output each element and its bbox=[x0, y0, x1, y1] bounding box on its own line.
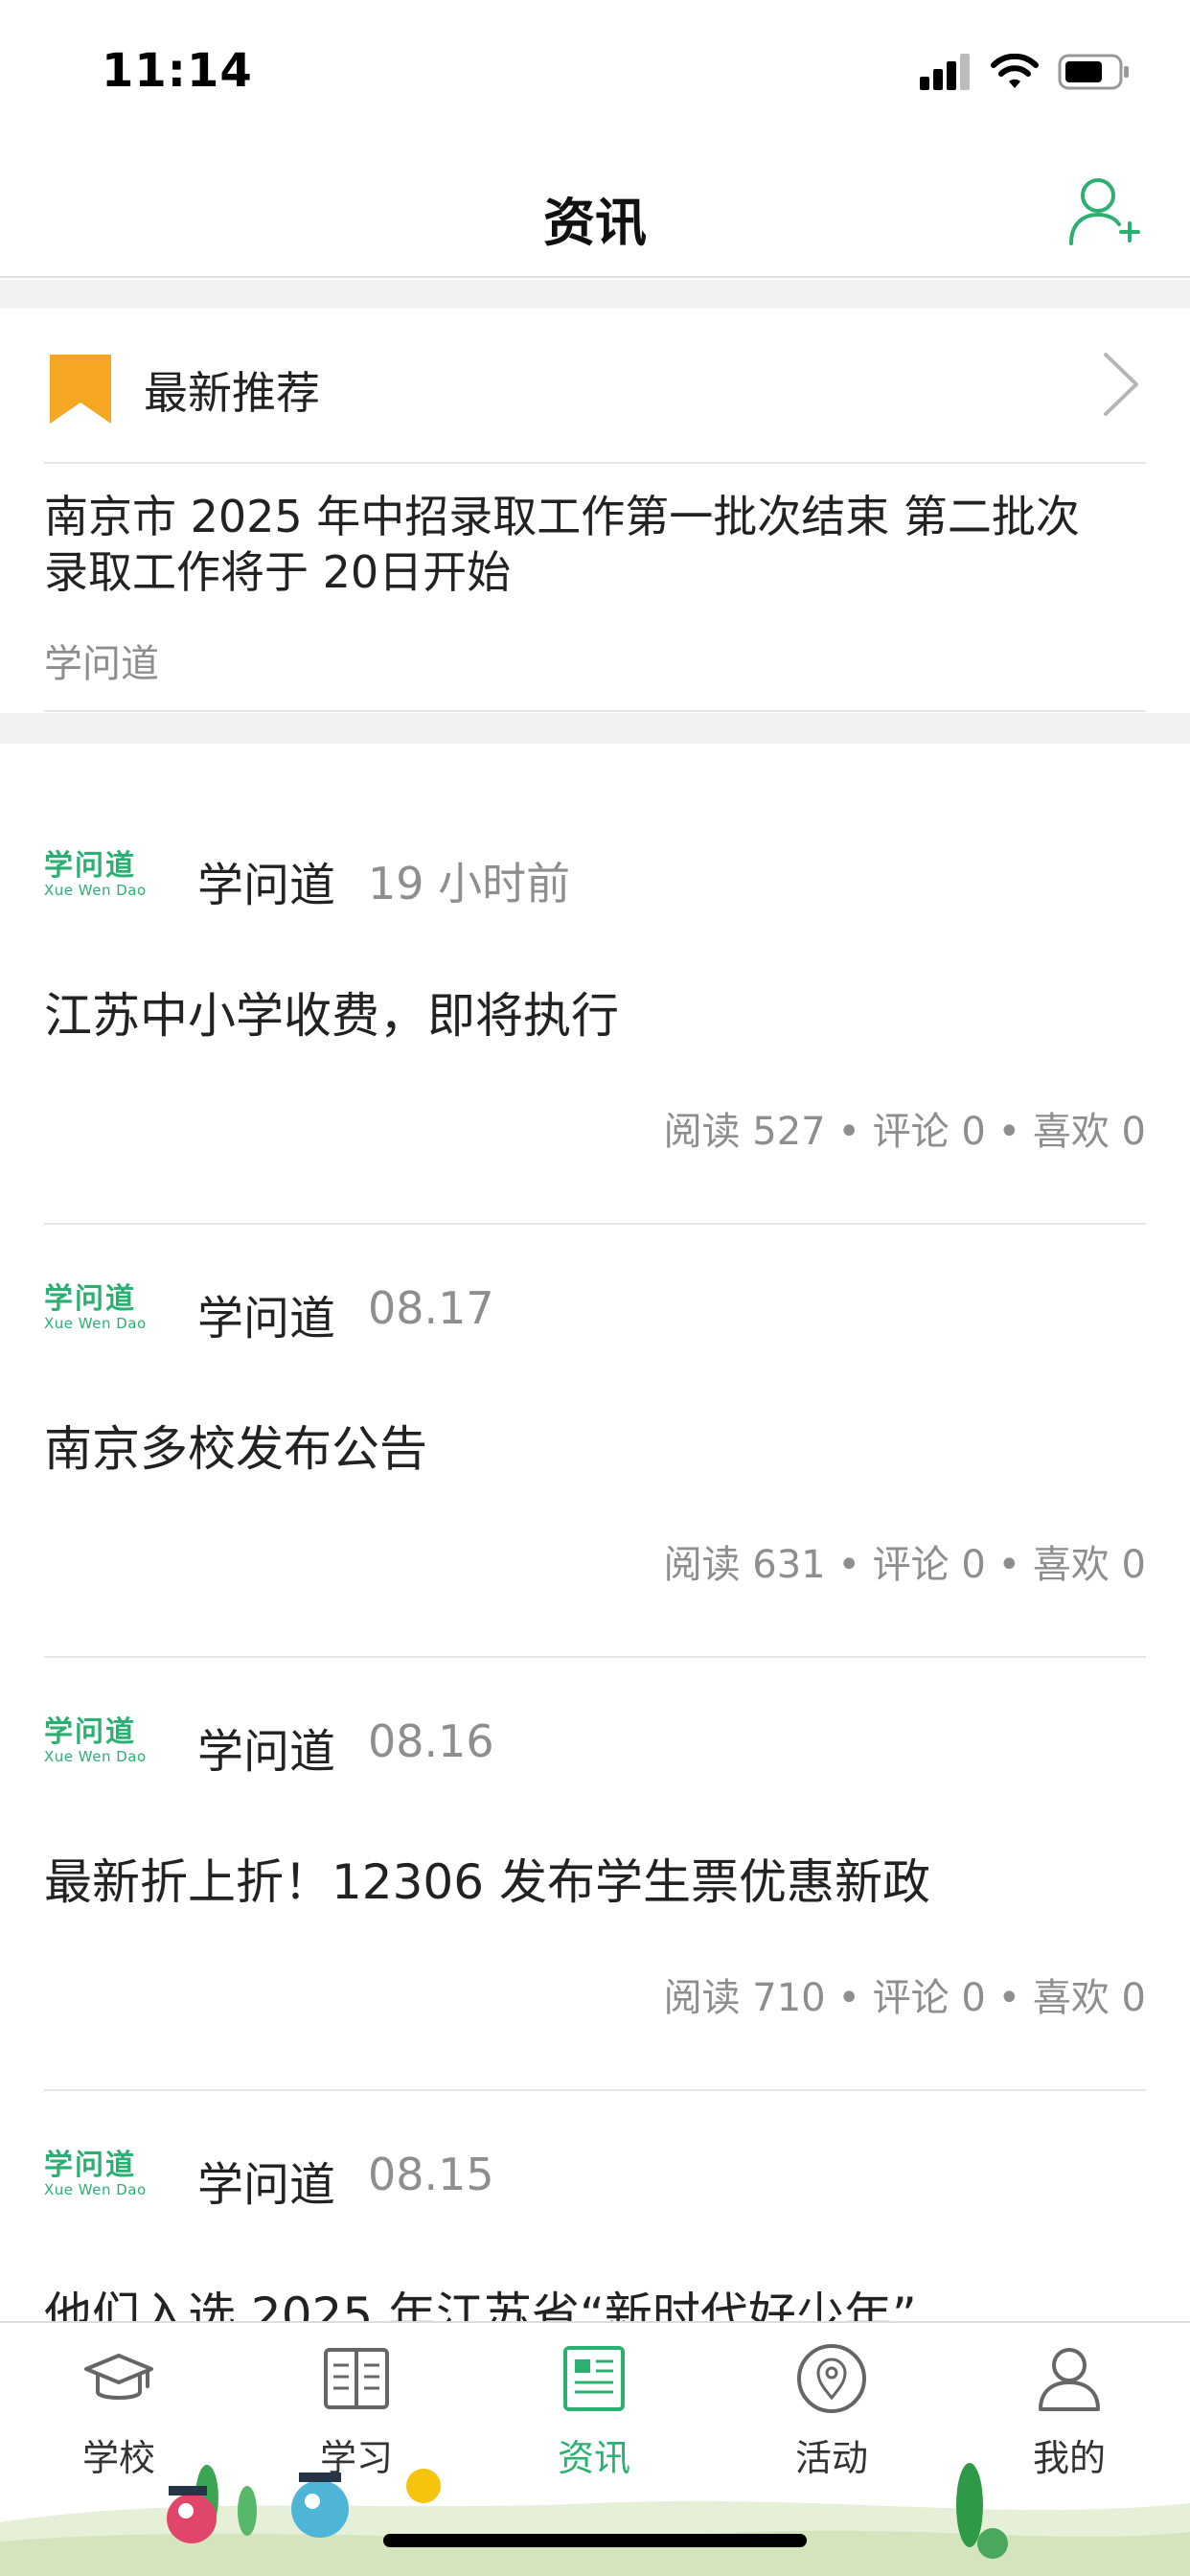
section-spacer bbox=[0, 713, 1190, 744]
logo-subtext: Xue Wen Dao bbox=[44, 1315, 147, 1332]
status-time: 11:14 bbox=[102, 44, 253, 98]
news-title: 江苏中小学收费，即将执行 bbox=[44, 988, 619, 1044]
location-pin-icon bbox=[797, 2344, 866, 2413]
news-title: 最新折上折！12306 发布学生票优惠新政 bbox=[44, 1854, 930, 1910]
logo-subtext: Xue Wen Dao bbox=[44, 2181, 147, 2198]
news-item[interactable]: 学问道 Xue Wen Dao 学问道 08.16 最新折上折！12306 发布… bbox=[0, 1658, 1190, 2091]
recommend-source: 学问道 bbox=[44, 642, 159, 686]
book-icon bbox=[324, 2348, 389, 2409]
cellular-signal-icon bbox=[920, 54, 970, 90]
status-icons bbox=[920, 54, 1131, 90]
wifi-icon bbox=[991, 54, 1039, 88]
logo-text: 学问道 bbox=[44, 1282, 136, 1316]
source-logo: 学问道 Xue Wen Dao bbox=[44, 851, 163, 901]
add-user-icon[interactable] bbox=[1065, 172, 1142, 249]
news-item[interactable]: 学问道 Xue Wen Dao 学问道 08.15 他们入选 2025 年江苏省… bbox=[0, 2091, 1190, 2343]
source-logo: 学问道 Xue Wen Dao bbox=[44, 1717, 163, 1767]
news-time: 08.15 bbox=[368, 2149, 494, 2200]
recommend-headline[interactable]: 南京市 2025 年中招录取工作第一批次结束 第二批次录取工作将于 20日开始 bbox=[44, 489, 1113, 600]
section-spacer bbox=[0, 280, 1190, 309]
news-source: 学问道 bbox=[197, 859, 336, 912]
graduation-cap-icon bbox=[84, 2354, 153, 2400]
news-stats: 阅读 631 • 评论 0 • 喜欢 0 bbox=[663, 1543, 1146, 1587]
status-bar: 11:14 bbox=[0, 0, 1190, 144]
page-title: 资讯 bbox=[543, 193, 647, 253]
home-indicator bbox=[383, 2534, 807, 2547]
logo-text: 学问道 bbox=[44, 1715, 136, 1749]
news-icon bbox=[563, 2346, 625, 2411]
source-logo: 学问道 Xue Wen Dao bbox=[44, 2150, 163, 2200]
recommend-title: 最新推荐 bbox=[144, 367, 320, 419]
logo-text: 学问道 bbox=[44, 2149, 136, 2182]
news-source: 学问道 bbox=[197, 2158, 336, 2212]
news-time: 08.16 bbox=[368, 1715, 494, 1767]
news-title: 南京多校发布公告 bbox=[44, 1421, 427, 1477]
news-item[interactable]: 学问道 Xue Wen Dao 学问道 08.17 南京多校发布公告 阅读 63… bbox=[0, 1225, 1190, 1658]
battery-icon bbox=[1058, 54, 1129, 90]
news-time: 08.17 bbox=[368, 1282, 494, 1334]
news-source: 学问道 bbox=[197, 1725, 336, 1779]
logo-text: 学问道 bbox=[44, 849, 136, 883]
news-stats: 阅读 710 • 评论 0 • 喜欢 0 bbox=[663, 1976, 1146, 2020]
divider bbox=[44, 710, 1146, 712]
news-source: 学问道 bbox=[197, 1292, 336, 1346]
source-logo: 学问道 Xue Wen Dao bbox=[44, 1284, 163, 1334]
news-item[interactable]: 学问道 Xue Wen Dao 学问道 19 小时前 江苏中小学收费，即将执行 … bbox=[0, 792, 1190, 1225]
recommend-header[interactable]: 最新推荐 bbox=[0, 309, 1190, 462]
person-icon bbox=[1039, 2348, 1100, 2411]
divider bbox=[44, 462, 1146, 464]
news-time: 19 小时前 bbox=[368, 858, 571, 909]
decorative-landscape bbox=[0, 2463, 1190, 2576]
news-stats: 阅读 527 • 评论 0 • 喜欢 0 bbox=[663, 1110, 1146, 1154]
logo-subtext: Xue Wen Dao bbox=[44, 882, 147, 899]
bookmark-icon bbox=[50, 355, 111, 424]
chevron-right-icon[interactable] bbox=[1102, 351, 1140, 418]
logo-subtext: Xue Wen Dao bbox=[44, 1748, 147, 1765]
nav-bar: 资讯 bbox=[0, 144, 1190, 278]
